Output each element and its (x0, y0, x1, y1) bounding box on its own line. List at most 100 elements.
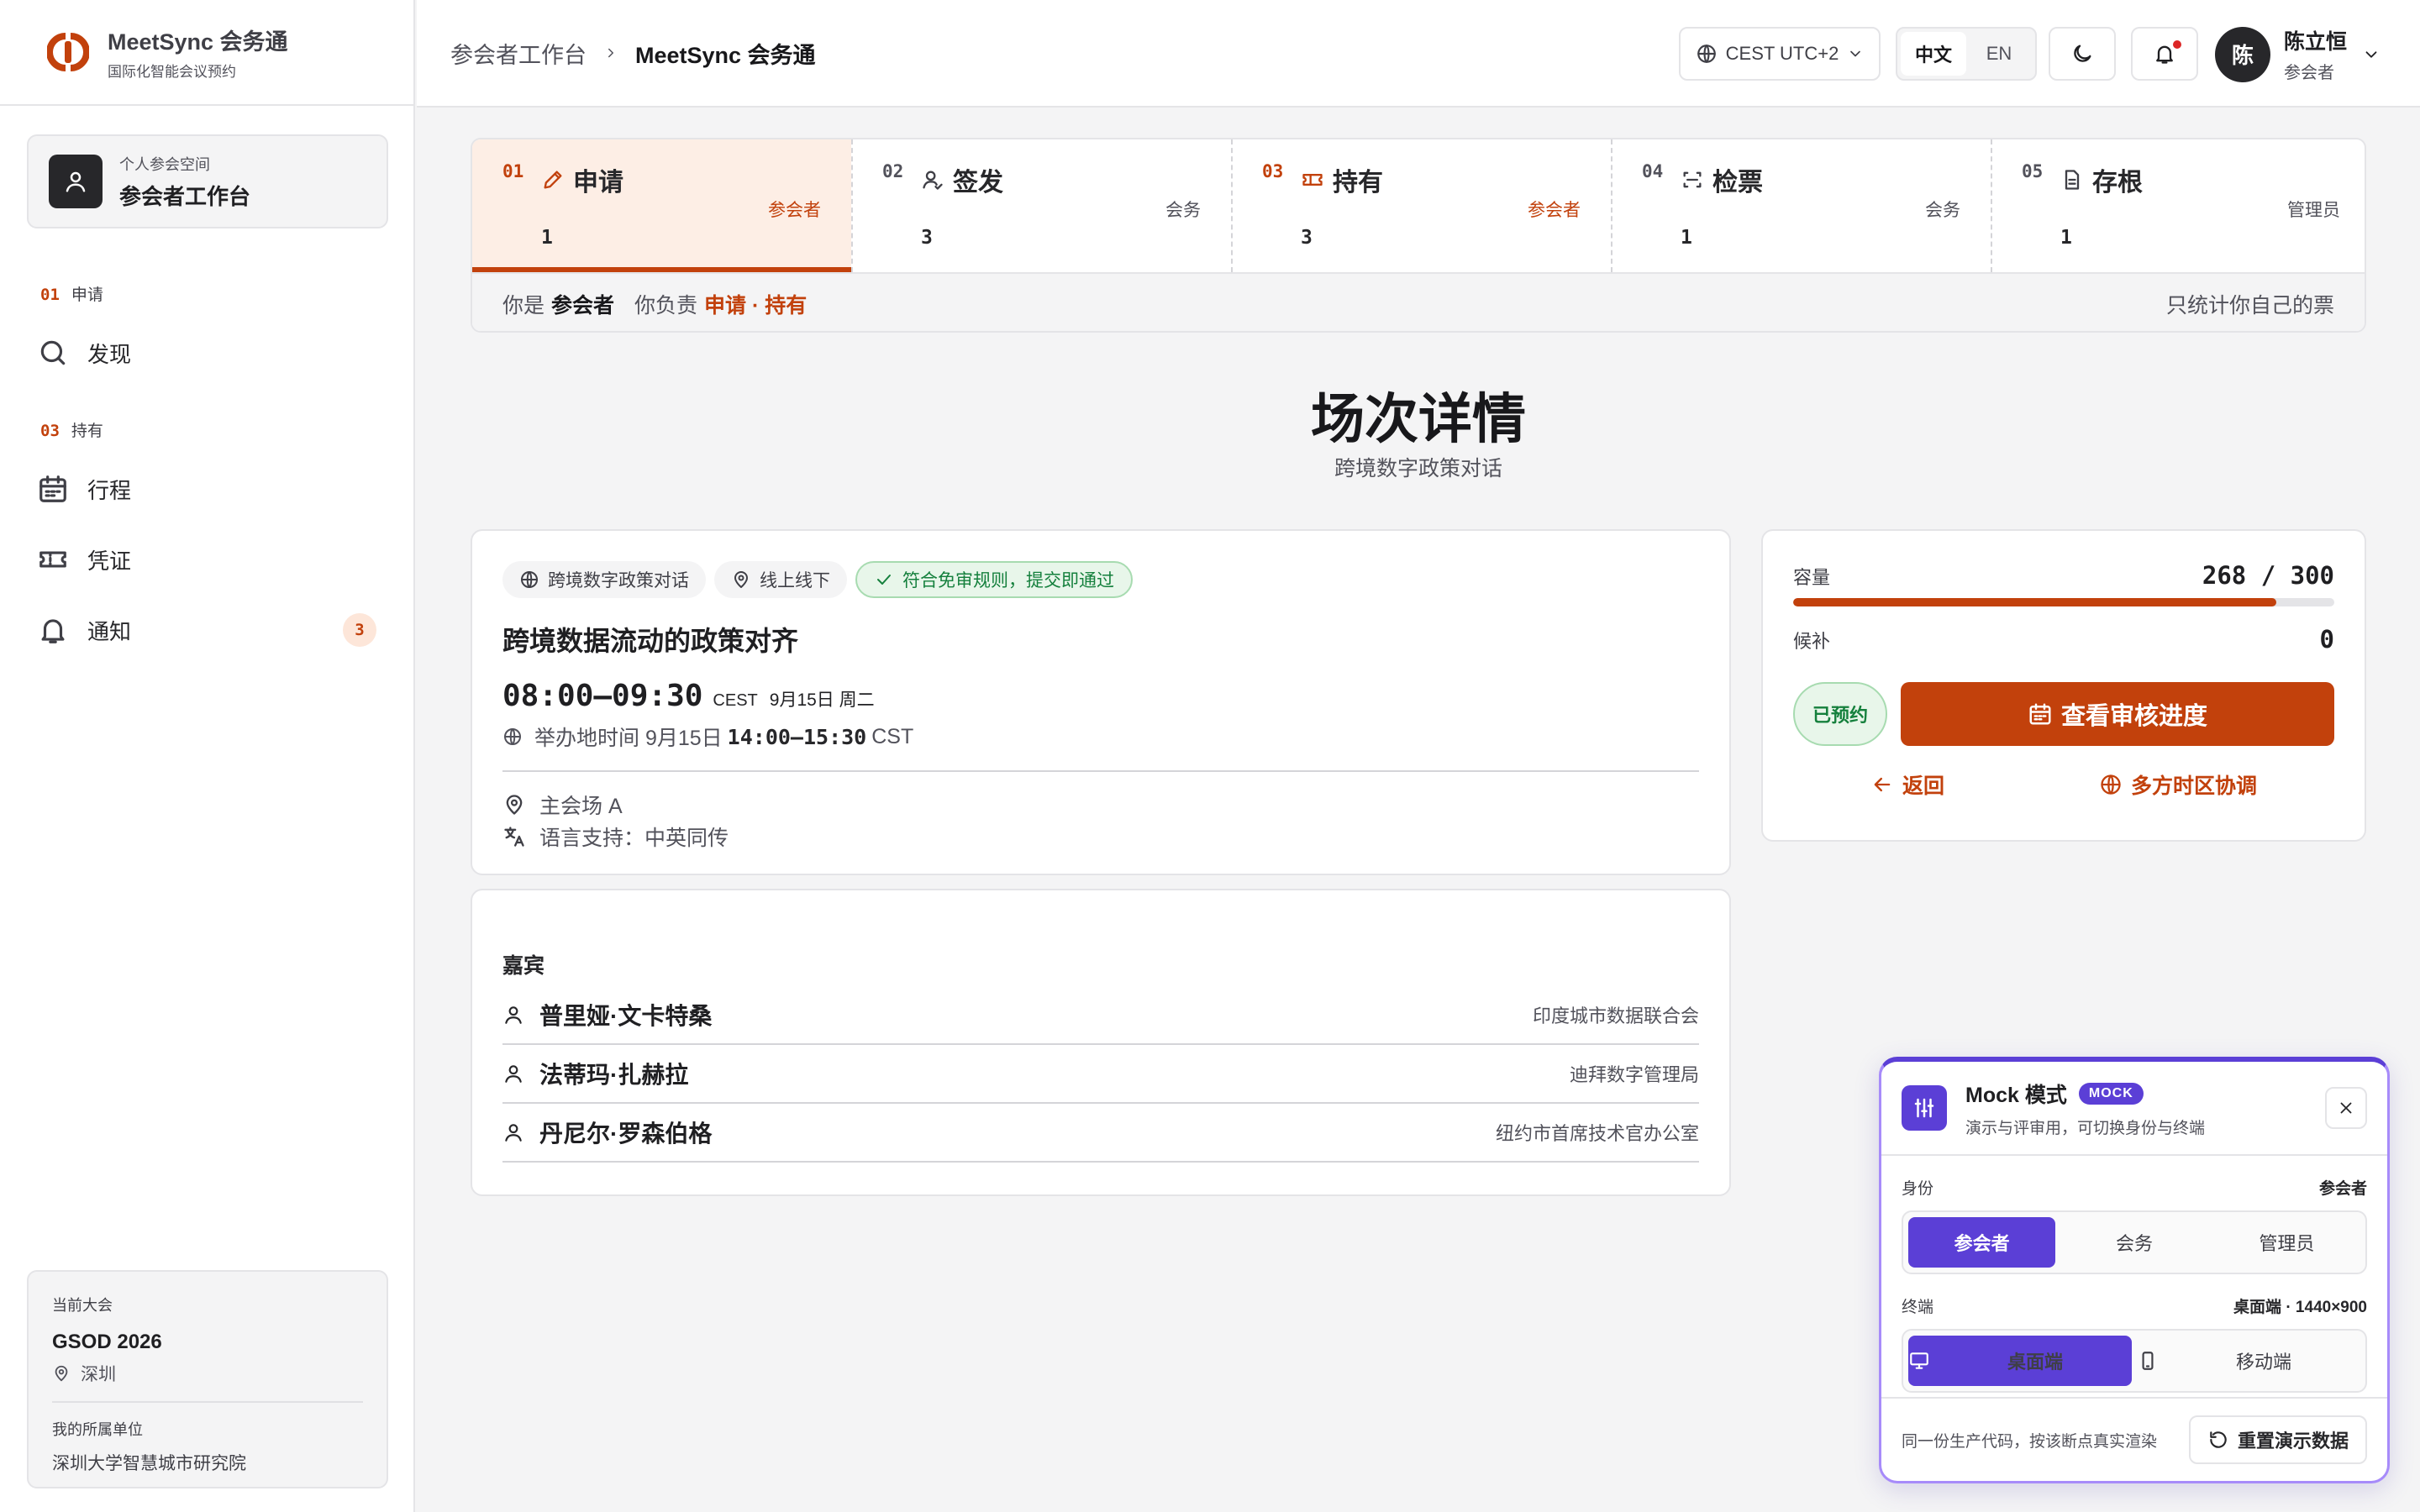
terminal-option-desktop[interactable]: 桌面端 (1908, 1336, 2132, 1386)
step-title-label: 申请 (573, 169, 623, 197)
calendar-icon (39, 475, 66, 502)
capacity-progress-fill (1793, 598, 2277, 606)
timezone-link-label: 多方时区协调 (2130, 774, 2257, 798)
workspace-card[interactable]: 个人参会空间 参会者工作台 (27, 134, 388, 228)
session-timezone: CEST (713, 691, 758, 710)
scan-icon (1683, 171, 1702, 188)
sidebar-item-label: 发现 (87, 341, 132, 367)
step-apply[interactable]: 01 申请 参会者 1 (472, 139, 851, 272)
guest-row: 普里娅·文卡特桑 印度城市数据联合会 (502, 986, 1699, 1045)
step-check-in[interactable]: 04 检票 会务 1 (1612, 139, 1991, 272)
notifications-button[interactable] (2131, 27, 2198, 81)
session-tags: 跨境数字政策对话 线上线下 符合免审规则，提交即通过 (502, 561, 1699, 598)
identity-option-staff[interactable]: 会务 (2060, 1217, 2207, 1268)
stats-note: 只统计你自己的票 (2165, 294, 2334, 318)
top-header: 参会者工作台 MeetSync 会务通 CEST UTC+2 中文 EN 陈 陈… (417, 0, 2420, 108)
responsible-label: 你负责 (634, 294, 698, 318)
close-icon (2340, 1102, 2352, 1114)
user-role: 参会者 (2284, 64, 2334, 82)
step-archive[interactable]: 05 存根 管理员 1 (1991, 139, 2365, 272)
translate-icon (504, 827, 524, 847)
waitlist-value: 0 (2319, 625, 2334, 654)
terminal-label: 终端 (1902, 1299, 1934, 1316)
lang-en-button[interactable]: EN (1966, 32, 2032, 76)
globe-icon (1697, 45, 1716, 63)
terminal-option-mobile[interactable]: 移动端 (2137, 1336, 2360, 1386)
terminal-option-label: 移动端 (2235, 1352, 2291, 1373)
sidebar-item-itinerary[interactable]: 行程 (37, 464, 376, 514)
chevron-down-icon (2365, 50, 2377, 58)
step-title: 签发 (921, 161, 1003, 198)
language-label: 语言支持：中英同传 (539, 827, 729, 850)
divider (52, 1401, 363, 1403)
user-check-icon (923, 171, 943, 190)
back-link[interactable]: 返回 (1870, 769, 1944, 800)
mock-title: Mock 模式 (1965, 1083, 2067, 1107)
bell-icon (41, 619, 65, 643)
terminal-section: 终端 桌面端 · 1440×900 桌面端 移动端 (1881, 1294, 2387, 1393)
current-conference-card: 当前大会 GSOD 2026 深圳 我的所属单位 深圳大学智慧城市研究院 (27, 1270, 388, 1488)
arrow-left-icon (1874, 777, 1891, 792)
mock-footer: 同一份生产代码，按该断点真实渲染 重置演示数据 (1881, 1397, 2387, 1481)
timezone-label: CEST UTC+2 (1725, 43, 1839, 64)
terminal-value: 桌面端 · 1440×900 (2233, 1299, 2367, 1316)
sidebar-item-label: 通知 (87, 618, 132, 644)
nav-group-num: 03 (40, 422, 60, 440)
sidebar-item-credentials[interactable]: 凭证 (37, 534, 376, 585)
step-issue[interactable]: 02 签发 会务 3 (852, 139, 1231, 272)
mock-header: Mock 模式 MOCK 演示与评审用，可切换身份与终端 (1881, 1062, 2387, 1156)
mock-title-row: Mock 模式 MOCK (1965, 1079, 2205, 1109)
user-menu[interactable]: 陈 陈立恒 参会者 (2215, 25, 2381, 83)
step-title-label: 签发 (953, 169, 1003, 197)
conference-city: 深圳 (52, 1361, 363, 1386)
brand[interactable]: MeetSync 会务通 国际化智能会议预约 (0, 0, 413, 106)
step-role: 会务 (1165, 201, 1201, 220)
chevron-right-icon (603, 45, 618, 60)
ticket-icon (39, 551, 66, 568)
smartphone-icon (2142, 1352, 2154, 1370)
guest-row: 丹尼尔·罗森伯格 纽约市首席技术官办公室 (502, 1104, 1699, 1163)
reset-demo-data-button[interactable]: 重置演示数据 (2188, 1415, 2367, 1464)
venue: 主会场 A (502, 789, 1699, 821)
tag-label: 线上线下 (760, 571, 830, 591)
page-title: 场次详情 (1311, 389, 1526, 449)
page-subtitle: 跨境数字政策对话 (1334, 457, 1502, 480)
step-number: 05 (2022, 161, 2044, 181)
pencil-icon (544, 171, 562, 189)
identity-option-attendee[interactable]: 参会者 (1908, 1217, 2056, 1268)
step-hold[interactable]: 03 持有 参会者 3 (1232, 139, 1611, 272)
lang-zh-button[interactable]: 中文 (1901, 32, 1966, 76)
step-role: 参会者 (768, 201, 821, 220)
sidebar-item-discover[interactable]: 发现 (37, 328, 376, 378)
capacity-progress (1793, 598, 2334, 606)
step-number: 01 (502, 161, 524, 181)
timezone-coordination-link[interactable]: 多方时区协调 (2099, 769, 2257, 800)
step-title: 检票 (1681, 161, 1763, 198)
workspace-kicker: 个人参会空间 (119, 155, 210, 173)
step-number: 04 (1642, 161, 1664, 181)
reset-button-label: 重置演示数据 (2237, 1431, 2349, 1452)
breadcrumb-item[interactable]: 参会者工作台 (450, 37, 587, 70)
capacity-row: 容量 268 / 300 (1793, 561, 2334, 590)
map-pin-icon (734, 571, 748, 588)
workflow-steps: 01 申请 参会者 1 02 签发 会务 3 03 持有 参会者 3 04 检票 (471, 138, 2366, 333)
view-review-progress-button[interactable]: 查看审核进度 (1901, 682, 2334, 746)
step-count: 1 (541, 227, 553, 249)
step-title-label: 存根 (2092, 169, 2143, 197)
step-role: 管理员 (2287, 201, 2340, 220)
user-icon (505, 1124, 522, 1142)
theme-toggle-button[interactable] (2049, 27, 2116, 81)
capacity-value: 268 / 300 (2202, 561, 2334, 590)
timezone-selector[interactable]: CEST UTC+2 (1679, 27, 1881, 81)
identity-option-admin[interactable]: 管理员 (2213, 1217, 2360, 1268)
language-switch: 中文 EN (1896, 27, 2037, 81)
terminal-segmented-control: 桌面端 移动端 (1902, 1329, 2367, 1393)
brand-name: MeetSync 会务通 (108, 29, 288, 55)
role-summary-bar: 你是 参会者 你负责 申请 · 持有 只统计你自己的票 (472, 272, 2365, 331)
session-card: 跨境数字政策对话 线上线下 符合免审规则，提交即通过 跨境数据流动的政策对齐 0… (471, 529, 1731, 875)
step-title: 持有 (1301, 161, 1383, 198)
sliders-icon (1902, 1085, 1947, 1131)
close-button[interactable] (2325, 1087, 2367, 1129)
globe-icon (504, 728, 521, 745)
sidebar-item-notifications[interactable]: 通知 3 (37, 605, 376, 655)
